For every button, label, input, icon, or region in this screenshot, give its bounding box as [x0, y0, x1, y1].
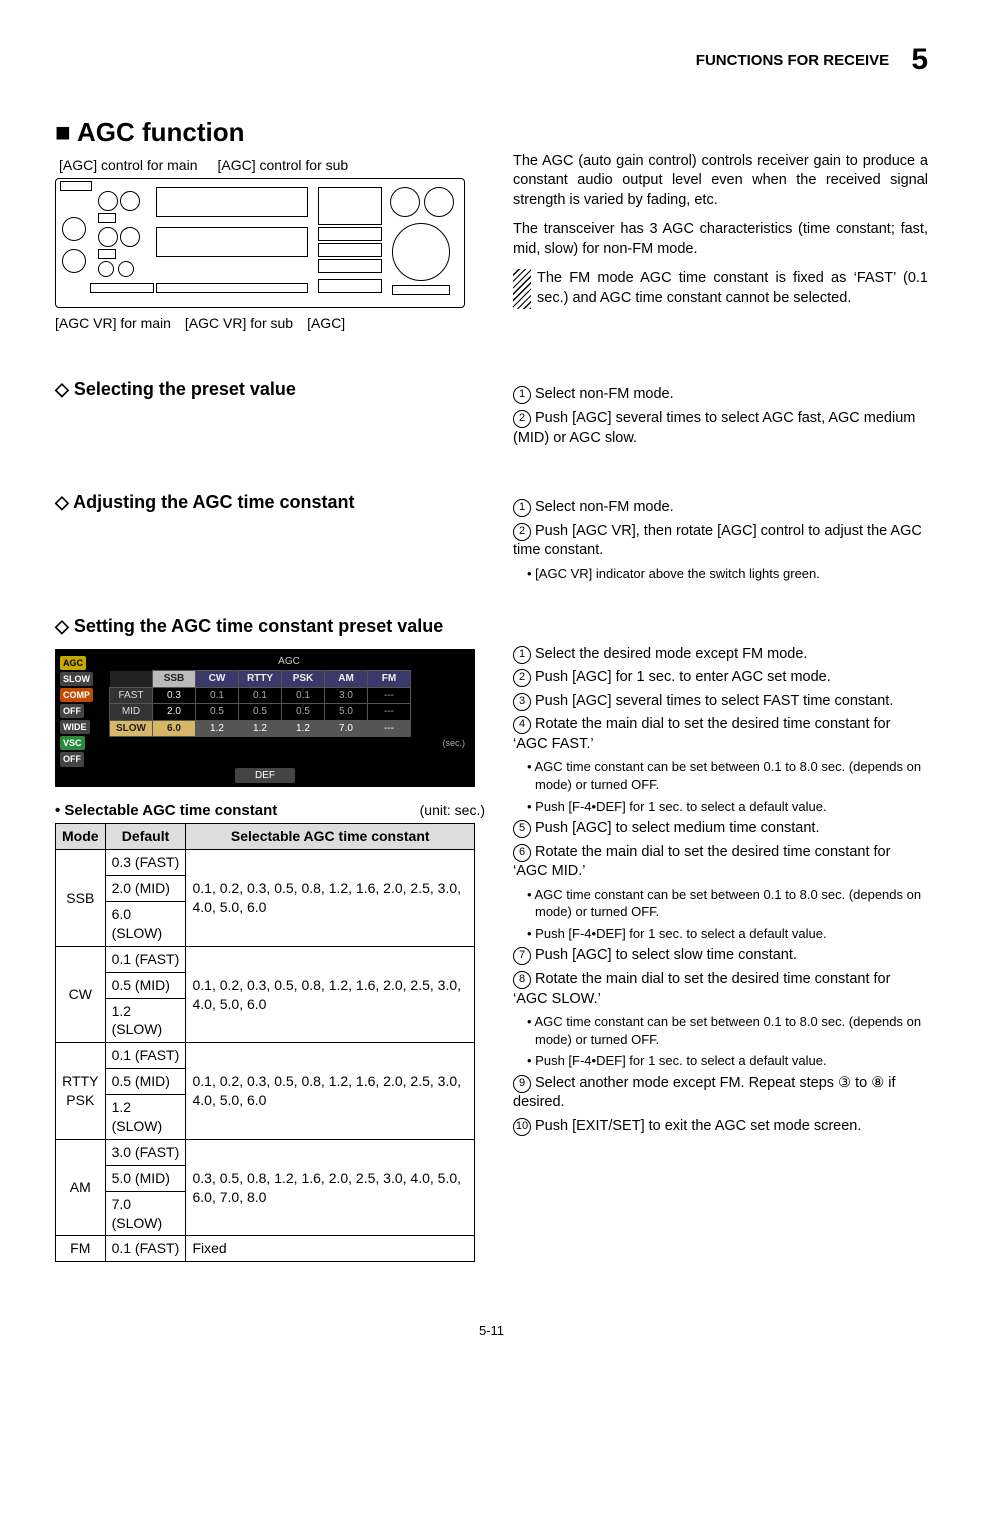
- lcd-badge: WIDE: [60, 720, 90, 734]
- section-heading: ◇ Setting the AGC time constant preset v…: [55, 614, 928, 638]
- lcd-badge: COMP: [60, 688, 93, 702]
- lcd-screenshot: AGCSLOWCOMPOFFWIDEVSCOFF AGC SSBCWRTTYPS…: [55, 649, 475, 787]
- table-unit: (unit: sec.): [420, 801, 485, 821]
- sec3-steps: 1Select the desired mode except FM mode.…: [513, 645, 928, 1137]
- step-sub: Push [F-4•DEF] for 1 sec. to select a de…: [513, 925, 928, 943]
- step-text: Select another mode except FM. Repeat st…: [513, 1075, 895, 1111]
- section-name: FUNCTIONS FOR RECEIVE: [696, 52, 889, 69]
- fm-note: The FM mode AGC time constant is fixed a…: [513, 269, 928, 308]
- hatched-icon: [513, 269, 531, 308]
- section-heading: ◇ Selecting the preset value: [55, 377, 485, 401]
- sec1-steps: 1Select non-FM mode. 2Push [AGC] several…: [513, 385, 928, 448]
- page-title: ■ AGC function: [55, 115, 928, 150]
- lcd-badge: AGC: [60, 656, 86, 670]
- step-text: Push [EXIT/SET] to exit the AGC set mode…: [535, 1118, 861, 1134]
- running-header: FUNCTIONS FOR RECEIVE 5: [55, 40, 928, 81]
- lcd-title: AGC: [59, 655, 471, 669]
- lcd-badge: OFF: [60, 704, 84, 718]
- step-text: Select non-FM mode.: [535, 499, 674, 515]
- lcd-badge: OFF: [60, 752, 84, 766]
- step-text: Rotate the main dial to set the desired …: [513, 971, 890, 1007]
- step-text: Push [AGC] several times to select FAST …: [535, 693, 893, 709]
- step-sub: Push [F-4•DEF] for 1 sec. to select a de…: [513, 798, 928, 816]
- diagram-label: [AGC] control for sub: [218, 156, 349, 175]
- fm-note-text: The FM mode AGC time constant is fixed a…: [537, 269, 928, 308]
- step-sub: [AGC VR] indicator above the switch ligh…: [513, 565, 928, 583]
- step-text: Push [AGC] for 1 sec. to enter AGC set m…: [535, 669, 831, 685]
- diagram-label: [AGC] control for main: [59, 156, 198, 175]
- table-title: • Selectable AGC time constant: [55, 801, 277, 821]
- lcd-unit: (sec.): [59, 737, 471, 749]
- step-sub: AGC time constant can be set between 0.1…: [513, 1013, 928, 1048]
- diagram-label: [AGC VR] for sub: [185, 314, 293, 333]
- diagram-label: [AGC]: [307, 314, 345, 333]
- front-panel-diagram: [AGC] control for main [AGC] control for…: [55, 156, 485, 334]
- step-sub: AGC time constant can be set between 0.1…: [513, 886, 928, 921]
- step-text: Select non-FM mode.: [535, 386, 674, 402]
- step-sub: AGC time constant can be set between 0.1…: [513, 758, 928, 793]
- step-text: Rotate the main dial to set the desired …: [513, 844, 890, 880]
- step-text: Rotate the main dial to set the desired …: [513, 716, 890, 752]
- lcd-table: SSBCWRTTYPSKAMFMFAST0.30.10.10.13.0---MI…: [109, 670, 411, 737]
- intro-p2: The transceiver has 3 AGC characteristic…: [513, 220, 928, 259]
- lcd-badge: SLOW: [60, 672, 93, 686]
- section-heading: ◇ Adjusting the AGC time constant: [55, 490, 485, 514]
- step-text: Select the desired mode except FM mode.: [535, 646, 807, 662]
- step-text: Push [AGC VR], then rotate [AGC] control…: [513, 523, 922, 559]
- diagram-label: [AGC VR] for main: [55, 314, 171, 333]
- agc-table: ModeDefaultSelectable AGC time constantS…: [55, 823, 475, 1262]
- step-text: Push [AGC] to select slow time constant.: [535, 947, 797, 963]
- lcd-badge: VSC: [60, 736, 85, 750]
- chapter-number: 5: [911, 43, 928, 76]
- step-text: Push [AGC] to select medium time constan…: [535, 820, 819, 836]
- intro-p1: The AGC (auto gain control) controls rec…: [513, 152, 928, 211]
- page-number: 5-11: [55, 1322, 928, 1340]
- sec2-steps: 1Select non-FM mode. 2Push [AGC VR], the…: [513, 498, 928, 582]
- step-sub: Push [F-4•DEF] for 1 sec. to select a de…: [513, 1052, 928, 1070]
- lcd-def-button: DEF: [235, 768, 295, 784]
- step-text: Push [AGC] several times to select AGC f…: [513, 410, 915, 446]
